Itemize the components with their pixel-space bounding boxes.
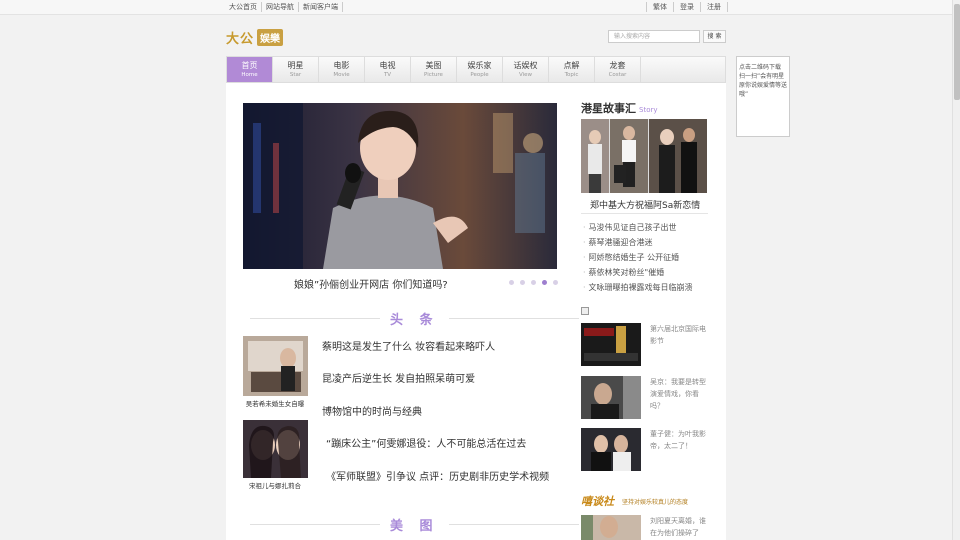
nav-home[interactable]: 首页 Home xyxy=(227,57,273,82)
link-news-client[interactable]: 新闻客户端 xyxy=(299,2,343,12)
story-list-item[interactable]: 蔡琴港骚迎合港迷 xyxy=(583,235,693,250)
divider xyxy=(448,318,579,319)
nav-label: 龙套 xyxy=(609,61,626,70)
logo-brand: 大公 xyxy=(226,31,255,47)
carousel-dots xyxy=(509,280,558,285)
story-heading[interactable]: 港星故事汇 Story xyxy=(581,100,658,116)
headline-thumb-2[interactable] xyxy=(243,420,308,478)
ad-text: 点击二维码下载 扫一扫”会有明星 原你说娱爱情等送 哦” xyxy=(739,64,788,98)
scrollbar-thumb[interactable] xyxy=(954,4,960,100)
section-headline: 头 条 xyxy=(250,309,579,328)
side-item-text-1[interactable]: 第六届北京国际电影节 xyxy=(650,323,712,347)
nav-label: 娱乐家 xyxy=(467,61,492,70)
divider xyxy=(250,318,380,319)
link-register[interactable]: 注册 xyxy=(700,2,728,12)
main-nav: 首页 Home 明星 Star 电影 Movie 电视 TV 美图 Picture 娱乐家… xyxy=(226,56,726,83)
nav-sublabel: TV xyxy=(383,72,392,78)
divider xyxy=(448,524,579,525)
hero-image[interactable] xyxy=(243,103,557,269)
story-list-item[interactable]: 蔡依林笑对粉丝"催婚 xyxy=(583,265,693,280)
nav-label: 明星 xyxy=(287,61,304,70)
nav-people[interactable]: 娱乐家 People xyxy=(457,57,503,82)
headline-thumb-caption-1[interactable]: 吴若希未婚生女自曝 xyxy=(240,398,310,408)
story-list-item[interactable]: 文咏珊曝拍裸露戏每日临崩溃 xyxy=(583,280,693,295)
carousel-dot[interactable] xyxy=(553,280,558,285)
nav-sublabel: Star xyxy=(289,72,302,78)
story-feature-image[interactable] xyxy=(581,119,707,193)
nav-label: 美图 xyxy=(425,61,442,70)
side-item-text-4[interactable]: 刘阳夏天离婚，谁在为他们操碎了 xyxy=(650,515,712,539)
link-site-nav[interactable]: 网站导航 xyxy=(262,2,299,12)
gossip-logo[interactable]: 嘻谈社 xyxy=(581,493,614,509)
logo-section: 娱樂 xyxy=(257,28,284,46)
broken-image-icon xyxy=(581,307,589,315)
nav-view[interactable]: 话娱权 View xyxy=(503,57,549,82)
divider xyxy=(581,213,708,214)
site-logo[interactable]: 大公 娱樂 xyxy=(226,28,300,47)
headline-link-4[interactable]: “蹦床公主”何雯娜退役：人不可能总活在过去 xyxy=(326,435,526,450)
nav-star[interactable]: 明星 Star xyxy=(273,57,319,82)
headline-link-1[interactable]: 蔡明这是发生了什么 妆容看起来略吓人 xyxy=(322,338,495,353)
carousel-dot[interactable] xyxy=(531,280,536,285)
headline-thumb-caption-2[interactable]: 宋祖儿与娜扎莉合 xyxy=(240,480,310,490)
story-list-item[interactable]: 阿娇憋结婚生子 公开征婚 xyxy=(583,250,693,265)
side-item-image-1[interactable] xyxy=(581,323,641,366)
nav-topic[interactable]: 点解 Topic xyxy=(549,57,595,82)
nav-costar[interactable]: 龙套 Costar xyxy=(595,57,641,82)
side-item-image-4[interactable] xyxy=(581,515,641,540)
top-links-left: 大公首页 网站导航 新闻客户端 xyxy=(226,2,343,12)
search-button[interactable]: 搜 索 xyxy=(703,30,726,43)
nav-sublabel: People xyxy=(470,72,489,78)
side-item-image-3[interactable] xyxy=(581,428,641,471)
nav-label: 点解 xyxy=(563,61,580,70)
headline-link-2[interactable]: 昆凌产后逆生长 发自拍照呆萌可爱 xyxy=(322,370,475,385)
hero-caption[interactable]: 娘娘”孙俪创业开网店 你们知道吗? xyxy=(294,276,448,291)
headline-thumb-1[interactable] xyxy=(243,336,308,396)
nav-sublabel: Picture xyxy=(424,72,443,78)
section-headline-title: 头 条 xyxy=(390,313,439,328)
side-item-text-3[interactable]: 董子健：为叶我影帝，太二了！ xyxy=(650,428,712,452)
nav-sublabel: Movie xyxy=(333,72,350,78)
headline-link-5[interactable]: 《军师联盟》引争议 点评：历史剧非历史学术视频 xyxy=(326,468,549,483)
nav-sublabel: Home xyxy=(241,72,258,78)
carousel-dot[interactable] xyxy=(509,280,514,285)
story-list: 马浚伟见证自己孩子出世 蔡琴港骚迎合港迷 阿娇憋结婚生子 公开征婚 蔡依林笑对粉… xyxy=(583,220,693,295)
nav-label: 话娱权 xyxy=(513,61,538,70)
story-heading-text: 港星故事汇 xyxy=(581,102,636,115)
story-heading-en: Story xyxy=(639,106,658,114)
story-list-item[interactable]: 马浚伟见证自己孩子出世 xyxy=(583,220,693,235)
top-bar: 大公首页 网站导航 新闻客户端 繁体 登录 注册 xyxy=(0,0,960,15)
side-item-image-2[interactable] xyxy=(581,376,641,419)
nav-tv[interactable]: 电视 TV xyxy=(365,57,411,82)
section-pictures: 美 图 xyxy=(250,515,579,534)
nav-picture[interactable]: 美图 Picture xyxy=(411,57,457,82)
divider xyxy=(250,524,380,525)
nav-label: 首页 xyxy=(241,61,258,70)
carousel-dot[interactable] xyxy=(520,280,525,285)
story-feature-title[interactable]: 郑中基大方祝福阿Sa新恋情 xyxy=(590,198,700,211)
top-links-right: 繁体 登录 注册 xyxy=(646,2,728,12)
nav-sublabel: View xyxy=(518,72,533,78)
nav-sublabel: Costar xyxy=(608,72,627,78)
search-input[interactable]: 输入搜索内容 xyxy=(608,30,700,43)
headline-link-3[interactable]: 博物馆中的时尚与经典 xyxy=(322,403,422,418)
nav-sublabel: Topic xyxy=(564,72,579,78)
carousel-dot-active[interactable] xyxy=(542,280,547,285)
gossip-tagline: 坚持对娱乐较真儿的态度 xyxy=(622,499,689,506)
scrollbar[interactable] xyxy=(952,0,960,540)
section-pictures-title: 美 图 xyxy=(390,519,439,534)
link-dagong-home[interactable]: 大公首页 xyxy=(226,2,262,12)
nav-label: 电影 xyxy=(333,61,350,70)
nav-movie[interactable]: 电影 Movie xyxy=(319,57,365,82)
qr-ad-banner[interactable]: 点击二维码下载 扫一扫”会有明星 原你说娱爱情等送 哦” xyxy=(736,56,790,137)
link-login[interactable]: 登录 xyxy=(673,2,700,12)
link-traditional[interactable]: 繁体 xyxy=(646,2,673,12)
side-item-text-2[interactable]: 吴京：我要是转型演爱情戏，你看吗？ xyxy=(650,376,712,412)
nav-label: 电视 xyxy=(379,61,396,70)
